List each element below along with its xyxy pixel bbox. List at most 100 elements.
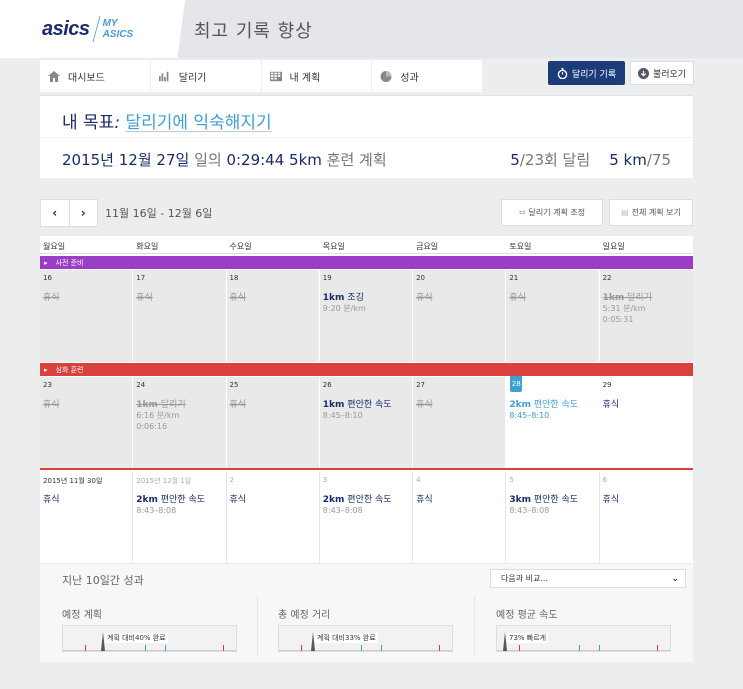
metric-gauge: 계획 대비33% 완료: [278, 625, 453, 652]
workout-pace: 8:45–8:10: [509, 411, 550, 420]
logo-my-asics: MY ASICS: [103, 18, 134, 40]
plan-date: 2015년 12월 27일: [62, 151, 190, 169]
weekday-tue: 화요일: [136, 242, 159, 251]
compare-label: 다음과 비교...: [501, 574, 548, 583]
day-cell[interactable]: 3 2km 편안한 속도 8:43–8:08: [320, 472, 414, 563]
logo-asics-text: ASICS: [102, 29, 134, 40]
day-cell[interactable]: 2 휴식: [227, 472, 320, 563]
day-rest: 휴식: [602, 400, 620, 410]
week-range: 11월 16일 - 12월 6일: [105, 207, 213, 220]
nav-dashboard[interactable]: 대시보드: [40, 60, 151, 92]
nav-plan-label: 내 계획: [289, 72, 321, 84]
day-date: 2: [229, 476, 234, 484]
home-icon: [48, 70, 60, 82]
day-cell[interactable]: 22 1km 달리기 5:31 분/km 0:05:31: [600, 270, 693, 362]
chevron-left-icon: ‹: [52, 206, 58, 220]
workout-title: 편안한 속도: [530, 400, 579, 410]
adjust-plan-button[interactable]: ⇔ 달리기 계획 조정: [501, 199, 603, 226]
weekday-wed: 수요일: [229, 242, 252, 251]
phase-prep-label: 사전 준비: [55, 258, 84, 267]
day-cell[interactable]: 21 휴식: [506, 270, 600, 362]
record-run-label: 달리기 기록: [571, 69, 617, 80]
prev-week-button[interactable]: ‹: [41, 200, 70, 226]
week-row-1: 16 휴식 17 휴식 18 휴식 19 1km 조깅 9:20 분/km 20 휴식 21…: [40, 270, 693, 362]
day-cell[interactable]: 29 휴식: [599, 377, 693, 468]
view-all-button[interactable]: ▤ 전체 계획 보기: [609, 199, 693, 226]
workout-time: 0:05:31: [602, 315, 634, 324]
weekday-fri: 금요일: [416, 242, 439, 251]
nav-performance[interactable]: 성과: [372, 60, 482, 92]
nav-plan[interactable]: 내 계획: [262, 60, 373, 92]
day-cell[interactable]: 17 휴식: [133, 270, 227, 362]
nav-runs[interactable]: 달리기: [151, 60, 262, 92]
weekday-sat: 토요일: [509, 242, 532, 251]
next-week-button[interactable]: ›: [70, 200, 98, 226]
day-rest: 휴식: [229, 293, 247, 303]
workout-distance: 2km: [322, 495, 345, 505]
workout-distance: 2km: [509, 400, 531, 410]
goal-link[interactable]: 달리기에 익숙해지기: [125, 113, 271, 133]
workout-title: 편안한 속도: [344, 400, 392, 410]
gauge-tick: [223, 645, 224, 651]
logo-my-text: MY: [102, 18, 118, 29]
day-cell[interactable]: 2015년 11월 30일휴식: [40, 472, 134, 563]
adjust-plan-label: 달리기 계획 조정: [528, 208, 586, 217]
day-rest: 휴식: [43, 495, 60, 505]
runs-total: /23회 달림: [519, 151, 591, 169]
day-date: 29: [602, 381, 612, 389]
chevron-down-icon: ⌄: [671, 573, 679, 584]
compare-select[interactable]: 다음과 비교... ⌄: [490, 569, 686, 588]
day-rest: 휴식: [416, 293, 433, 303]
day-date: 18: [229, 274, 239, 282]
day-cell[interactable]: 20 휴식: [413, 270, 507, 362]
weekday-sun: 일요일: [602, 242, 625, 251]
day-date: 4: [416, 476, 421, 484]
day-date: 2015년 11월 30일: [43, 477, 103, 485]
gauge-axis: [63, 650, 236, 651]
load-button[interactable]: 불러오기: [630, 61, 694, 85]
workout-title: 편안한 속도: [530, 495, 579, 505]
calendar-grid-icon: [269, 71, 282, 81]
day-cell[interactable]: 6 휴식: [600, 472, 693, 563]
day-workout: 1km 조깅: [323, 293, 409, 303]
asics-logo[interactable]: asics MY ASICS: [42, 14, 133, 44]
metric-separator: [257, 596, 258, 656]
day-date: 24: [136, 381, 146, 389]
gauge-tick: [657, 645, 658, 651]
day-workout: 2km 편안한 속도: [136, 495, 222, 505]
day-date: 22: [602, 274, 612, 282]
plan-calendar: 월요일 화요일 수요일 목요일 금요일 토요일 일요일 ▸ 사전 준비 16 휴식 …: [40, 236, 693, 563]
phase-deep-bar[interactable]: ▸ 심화 훈련: [40, 363, 693, 376]
day-cell[interactable]: 25 휴식: [227, 377, 320, 468]
day-date: 27: [416, 381, 425, 389]
gauge-tick: [361, 645, 362, 651]
day-cell[interactable]: 19 1km 조깅 9:20 분/km: [320, 270, 414, 362]
day-cell[interactable]: 27 휴식: [413, 377, 507, 468]
dist-total: /75: [646, 151, 671, 169]
day-cell-today[interactable]: 28 2km 편안한 속도 8:45–8:10: [506, 376, 600, 468]
workout-pace: 9:20 분/km: [322, 304, 366, 313]
day-rest: 휴식: [43, 293, 60, 303]
plan-summary: 2015년 12월 27일 일의 0:29:44 5km 훈련 계획: [62, 149, 387, 170]
day-cell[interactable]: 4 휴식: [413, 472, 507, 563]
gauge-tick: [85, 645, 86, 651]
day-cell[interactable]: 23 휴식: [40, 377, 134, 468]
day-cell[interactable]: 24 1km 달리기 6:16 분/km 0:06:16: [133, 377, 227, 468]
day-cell[interactable]: 2015년 12월 1일 2km 편안한 속도 8:43–8:08: [133, 472, 227, 563]
day-cell[interactable]: 26 1km 편안한 속도 8:45–8:10: [320, 377, 414, 468]
day-cell[interactable]: 18 휴식: [227, 270, 320, 362]
day-cell[interactable]: 5 3km 편안한 속도 8:43–8:08: [506, 472, 600, 563]
day-workout: 2km 편안한 속도: [323, 495, 409, 505]
day-rest: 휴식: [43, 400, 60, 410]
phase-prep-bar[interactable]: ▸ 사전 준비: [40, 256, 693, 269]
gauge-text: 계획 대비40% 완료: [105, 633, 168, 643]
download-icon: [637, 67, 649, 79]
day-cell[interactable]: 16 휴식: [40, 270, 134, 362]
day-date: 20: [416, 274, 425, 282]
record-run-button[interactable]: 달리기 기록: [548, 61, 625, 85]
gauge-tick: [519, 645, 520, 651]
workout-title: 조깅: [344, 293, 364, 303]
dist-done: 5 km: [609, 151, 647, 169]
week-row-3: 2015년 11월 30일휴식 2015년 12월 1일 2km 편안한 속도 8:…: [40, 472, 693, 563]
progress-summary: 5/23회 달림 5 km/75: [510, 149, 671, 170]
